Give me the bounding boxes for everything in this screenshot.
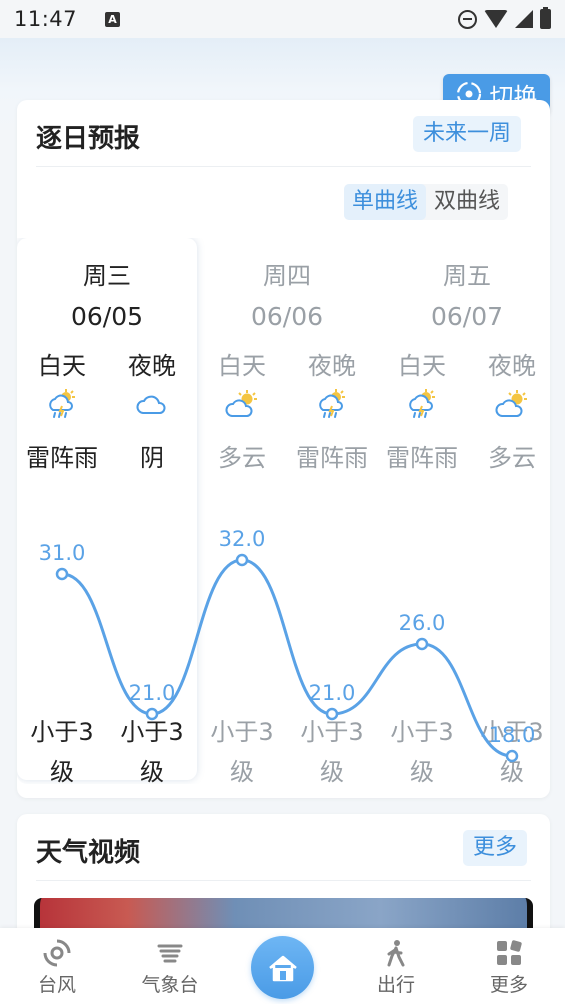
temperature-label: 18.0 [489, 723, 536, 747]
daily-divider [36, 166, 531, 167]
wifi-icon [484, 10, 508, 28]
walking-icon [387, 940, 405, 967]
video-more-button[interactable]: 更多 [463, 830, 528, 866]
temperature-point [145, 707, 159, 721]
notification-a-icon: A [105, 11, 121, 27]
home-icon [268, 955, 297, 981]
curve-toggle: 单曲线 双曲线 [344, 184, 509, 220]
nav-typhoon[interactable]: 台风 [12, 934, 102, 997]
video-divider [36, 880, 531, 881]
status-bar: 11:47 A [0, 0, 565, 38]
temperature-label: 26.0 [399, 611, 446, 635]
nav-label-weather-station: 气象台 [141, 974, 199, 996]
nav-weather-station[interactable]: 气象台 [125, 934, 215, 997]
temperature-line [61, 558, 513, 758]
status-icons [458, 7, 551, 29]
grid-icon [497, 940, 522, 965]
video-title: 天气视频 [36, 838, 141, 868]
temperature-point [415, 637, 429, 651]
typhoon-icon [43, 939, 71, 967]
temperature-label: 21.0 [309, 681, 356, 705]
forecast-scroller[interactable]: 周三 06/05 白天 雷阵雨 小于3 级夜晚阴小于3 级周四 06/06 白天 多云 小于3 级夜晚… [17, 238, 550, 784]
daily-title: 逐日预报 [36, 124, 141, 154]
do-not-disturb-icon [458, 9, 477, 29]
single-curve-toggle[interactable]: 单曲线 [344, 184, 427, 220]
temperature-curve: 31.0 21.0 32.0 21.0 26.0 18.0 [39, 527, 536, 763]
temperature-point [325, 707, 339, 721]
weather-station-icon [157, 944, 183, 963]
temperature-point [55, 567, 69, 581]
battery-icon [540, 7, 551, 29]
temperature-label: 21.0 [129, 681, 176, 705]
nav-label-travel: 出行 [376, 974, 415, 996]
temperature-point [505, 749, 519, 763]
temperature-point [235, 553, 249, 567]
nav-more[interactable]: 更多 [464, 934, 554, 997]
temperature-label: 32.0 [219, 527, 266, 551]
nav-travel[interactable]: 出行 [351, 934, 441, 997]
cell-signal-icon [515, 10, 533, 28]
nav-label-typhoon: 台风 [37, 974, 76, 996]
nav-home-button[interactable] [251, 936, 314, 999]
status-time: 11:47 [14, 7, 78, 31]
temperature-label: 31.0 [39, 541, 86, 565]
future-week-button[interactable]: 未来一周 [413, 116, 522, 152]
daily-forecast-card: 逐日预报 未来一周 单曲线 双曲线 周三 06/05 白天 雷阵雨 小于3 级夜晚阴小于3… [17, 100, 550, 798]
nav-label-more: 更多 [489, 974, 528, 996]
double-curve-toggle[interactable]: 双曲线 [426, 184, 508, 220]
